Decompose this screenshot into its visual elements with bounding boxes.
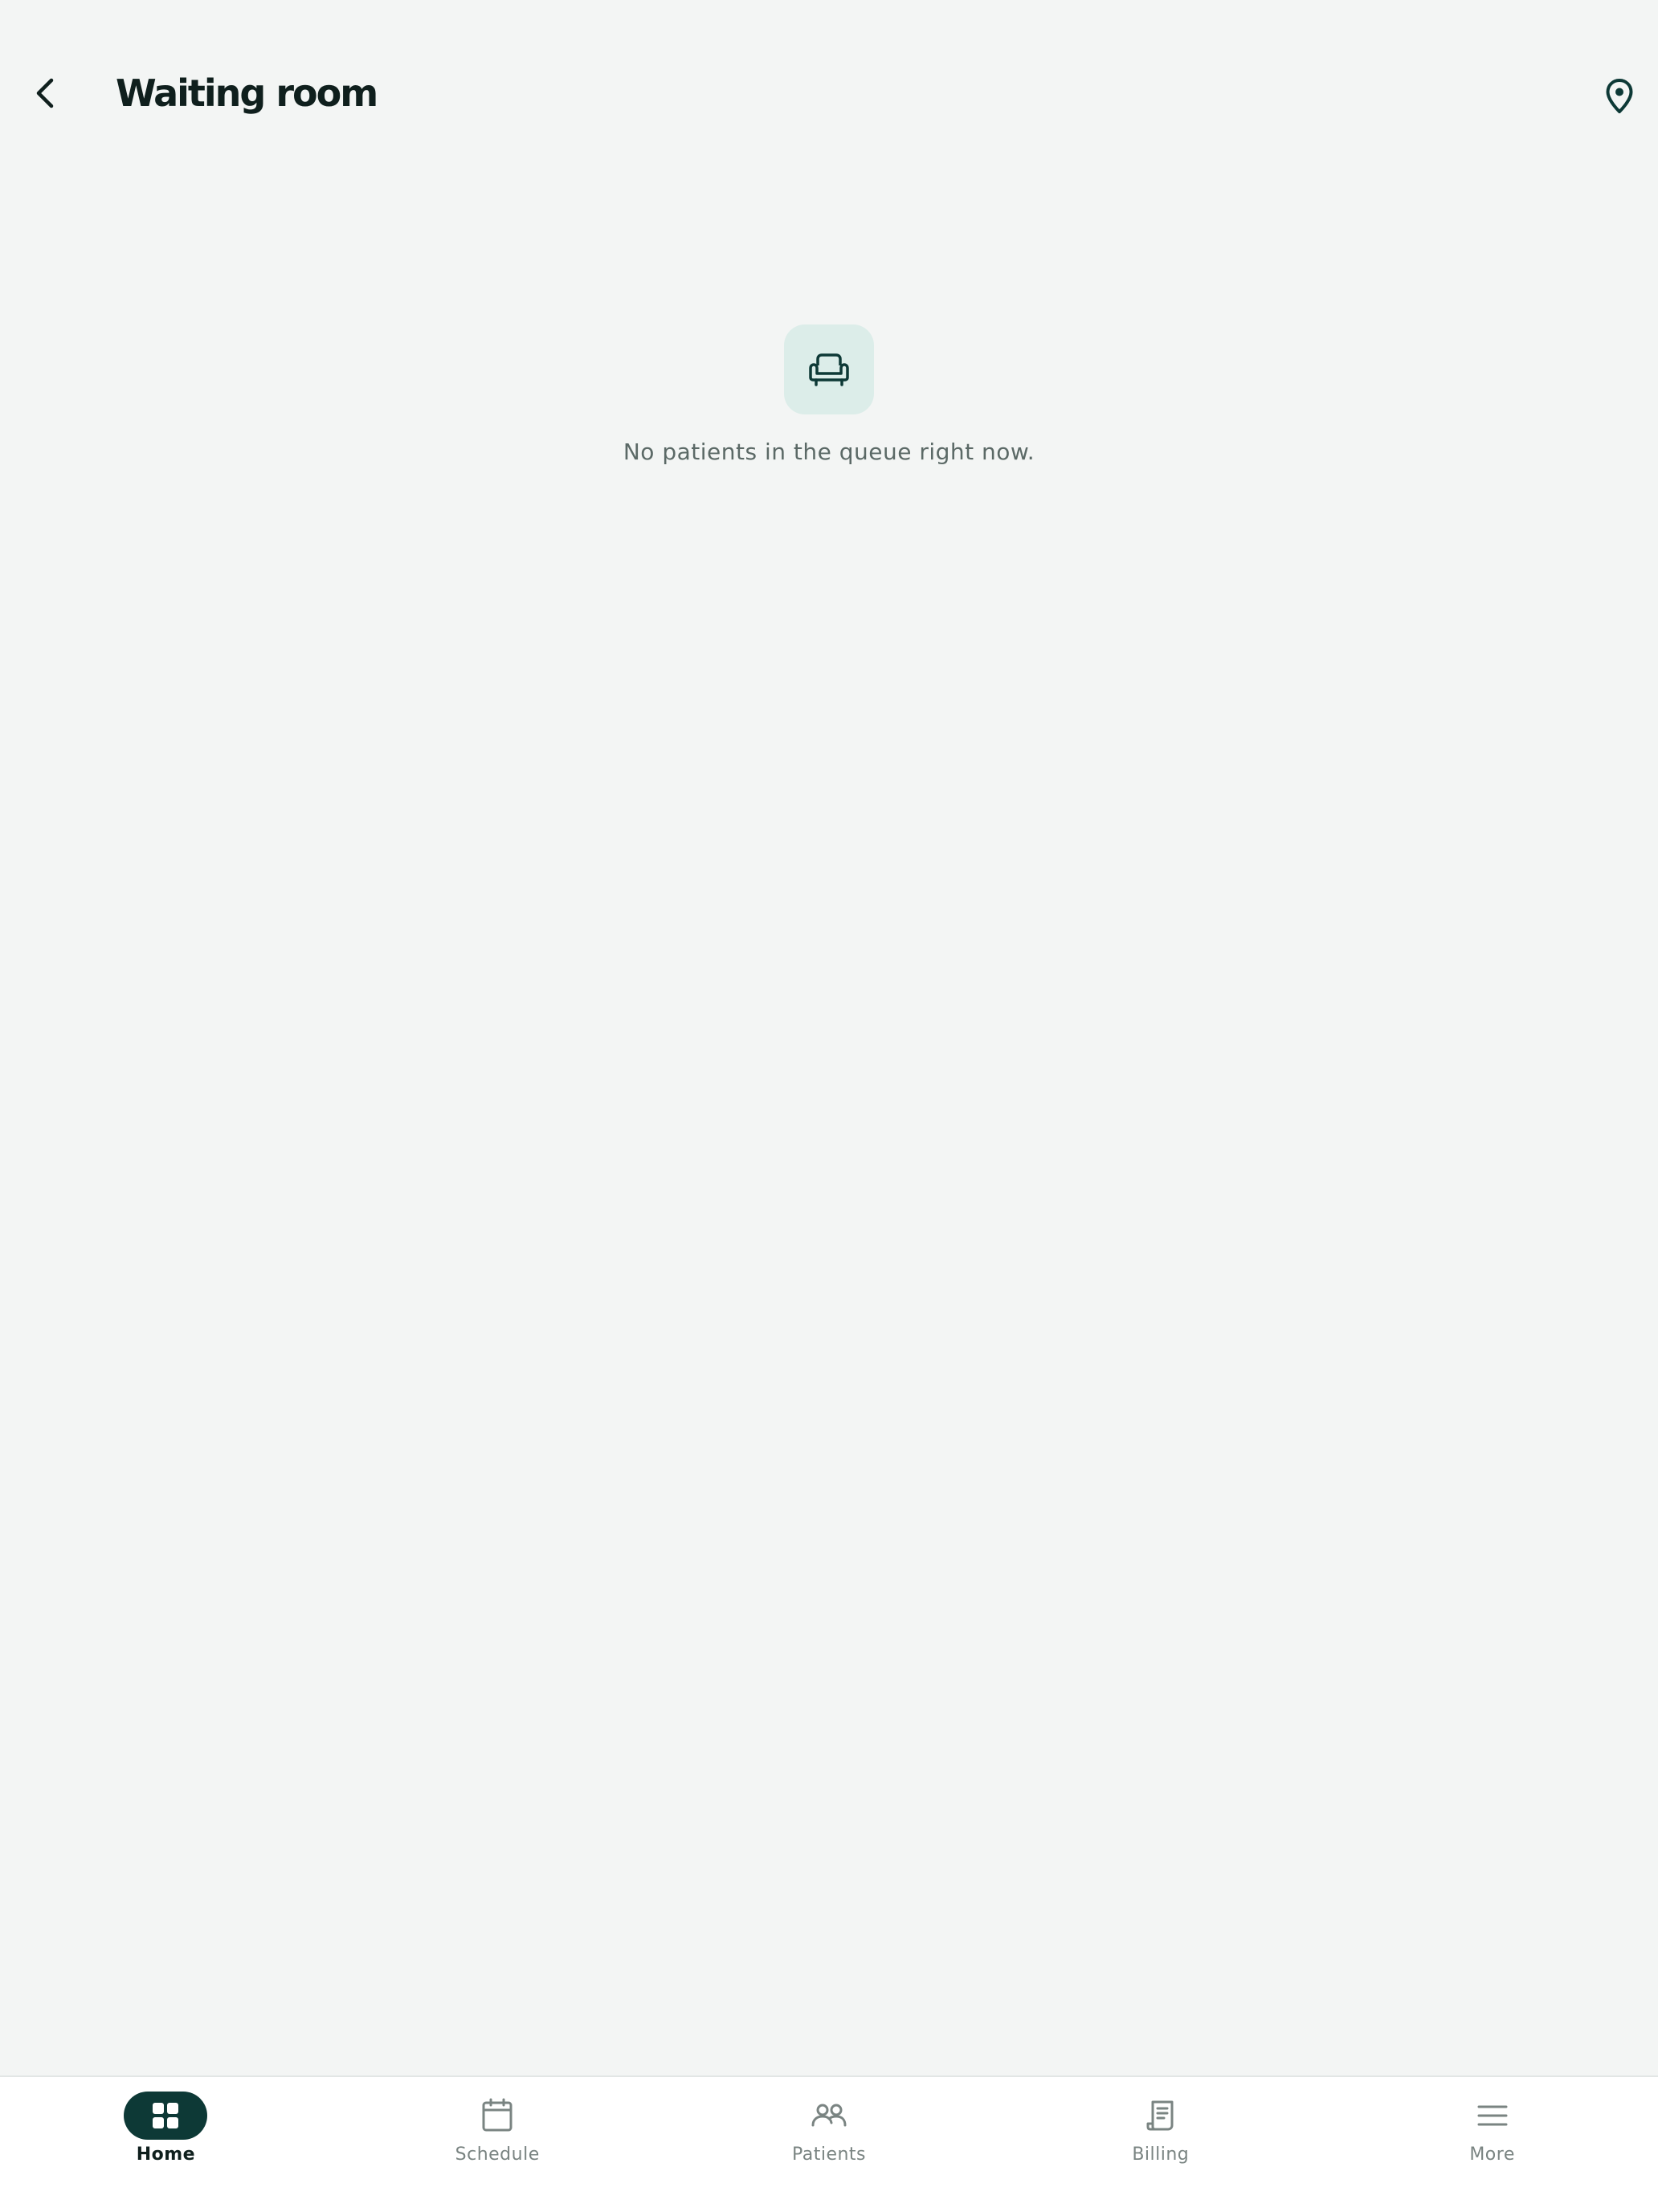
nav-label-billing: Billing — [1132, 2145, 1190, 2165]
nav-item-billing[interactable]: Billing — [994, 2077, 1326, 2212]
people-icon — [811, 2104, 847, 2127]
nav-item-schedule[interactable]: Schedule — [332, 2077, 664, 2212]
empty-state: No patients in the queue right now. — [0, 324, 1658, 465]
receipt-icon — [1146, 2100, 1174, 2131]
chevron-left-icon — [36, 78, 54, 108]
empty-state-icon-tile — [784, 324, 874, 414]
grid-icon — [153, 2103, 179, 2128]
top-app-bar: Waiting room — [0, 0, 1658, 190]
nav-label-home: Home — [136, 2145, 196, 2165]
location-button[interactable] — [1591, 64, 1648, 129]
armchair-icon — [809, 353, 849, 386]
nav-label-patients: Patients — [791, 2145, 867, 2165]
menu-icon — [1477, 2105, 1508, 2126]
nav-item-more[interactable]: More — [1326, 2077, 1658, 2212]
nav-item-home[interactable]: Home — [0, 2077, 332, 2212]
calendar-icon — [482, 2098, 513, 2132]
nav-label-schedule: Schedule — [455, 2145, 540, 2165]
nav-label-more: More — [1469, 2145, 1515, 2165]
nav-active-pill — [124, 2092, 208, 2140]
map-pin-icon — [1606, 79, 1633, 113]
bottom-navigation: Home Schedule Patients Billing More — [0, 2075, 1658, 2212]
page-title: Waiting room — [116, 71, 378, 115]
back-button[interactable] — [16, 64, 74, 122]
nav-item-patients[interactable]: Patients — [664, 2077, 995, 2212]
empty-state-message: No patients in the queue right now. — [623, 439, 1035, 465]
